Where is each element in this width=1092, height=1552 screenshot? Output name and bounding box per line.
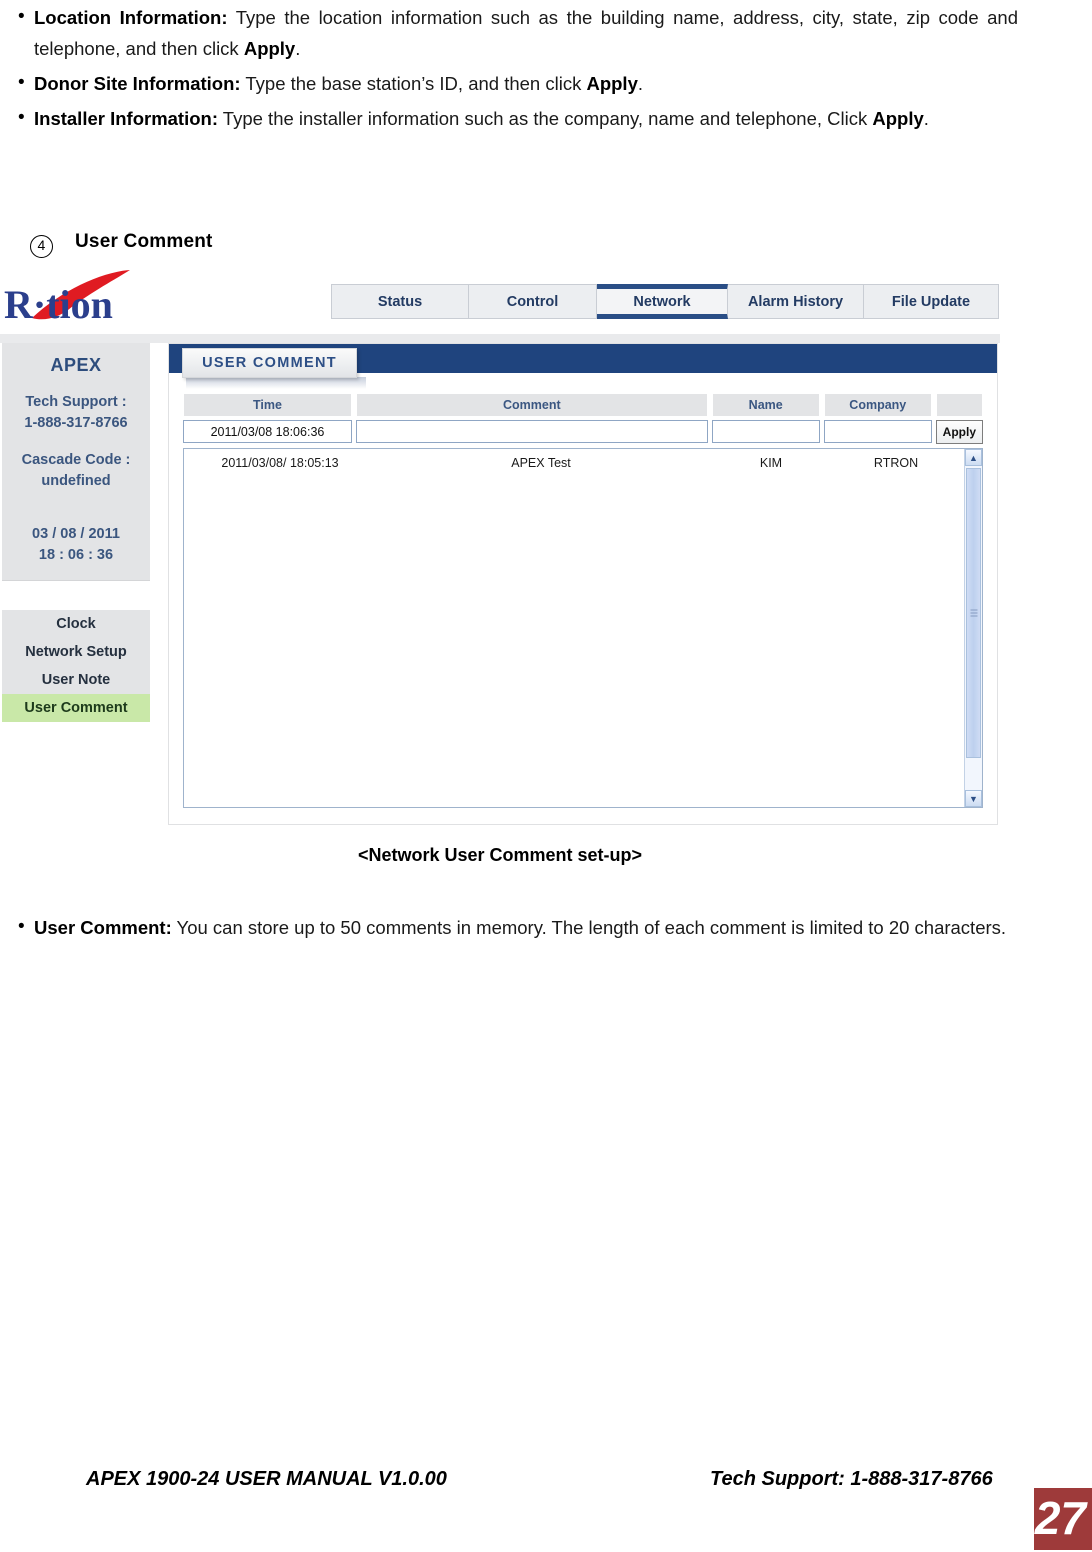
column-header-name: Name bbox=[711, 393, 820, 417]
sidebar-cascade-code-label: Cascade Code : bbox=[21, 452, 131, 468]
sidebar-time: 18 : 06 : 36 bbox=[38, 547, 114, 563]
apply-keyword: Apply bbox=[586, 73, 638, 94]
apply-button-cell: Apply bbox=[935, 419, 983, 444]
comment-input[interactable] bbox=[355, 420, 708, 443]
time-input[interactable] bbox=[183, 420, 352, 443]
bullet-text: Installer Information: Type the installe… bbox=[34, 103, 1018, 134]
bullet-marker: • bbox=[18, 107, 25, 128]
page-number: 27 bbox=[1034, 1492, 1086, 1544]
bullet-marker: • bbox=[18, 916, 25, 937]
bullet-body: You can store up to 50 comments in memor… bbox=[171, 917, 1007, 938]
tab-status[interactable]: Status bbox=[332, 285, 469, 318]
tab-alarm-history[interactable]: Alarm History bbox=[728, 285, 864, 318]
figure-caption: <Network User Comment set-up> bbox=[357, 845, 643, 865]
column-header-company: Company bbox=[823, 393, 932, 417]
bullet-text: User Comment: You can store up to 50 com… bbox=[34, 912, 1018, 943]
footer-manual-title: APEX 1900-24 USER MANUAL V1.0.00 bbox=[86, 1468, 447, 1490]
apply-button[interactable]: Apply bbox=[935, 419, 983, 444]
content-panel: USER COMMENT Time Comment Name Company 2… bbox=[168, 343, 998, 825]
bullet-tail: . bbox=[923, 108, 929, 129]
row-company: RTRON bbox=[873, 456, 919, 470]
sidebar-tech-support-value: 1-888-317-8766 bbox=[24, 415, 128, 431]
comment-entry-form-row: Apply bbox=[183, 419, 983, 444]
column-header-actions bbox=[935, 393, 983, 417]
comment-table: Time Comment Name Company 2011/03/08 18:… bbox=[183, 393, 983, 444]
column-header-time: Time bbox=[183, 393, 352, 417]
tab-network[interactable]: Network bbox=[597, 284, 728, 319]
apply-keyword: Apply bbox=[872, 108, 924, 129]
vertical-scrollbar[interactable]: ▲ ▼ bbox=[964, 449, 982, 807]
sidebar: APEX Tech Support : 1-888-317-8766 Casca… bbox=[2, 343, 150, 722]
bullet-label: Installer Information: bbox=[34, 108, 218, 129]
row-name: KIM bbox=[759, 456, 783, 470]
manual-body-text: • Location Information: Type the locatio… bbox=[18, 2, 1018, 138]
sidebar-date: 03 / 08 / 2011 bbox=[32, 526, 120, 542]
bullet-tail: . bbox=[637, 73, 643, 94]
footer-tech-support: Tech Support: 1-888-317-8766 bbox=[710, 1468, 993, 1490]
sidebar-cascade-code-value: undefined bbox=[41, 473, 111, 489]
sidebar-tech-support-label: Tech Support : bbox=[25, 394, 127, 410]
bullet-body: Type the installer information such as t… bbox=[218, 108, 873, 129]
section-heading: 4 User Comment bbox=[30, 231, 213, 258]
apply-keyword: Apply bbox=[243, 38, 296, 59]
page-number-underline bbox=[1034, 1544, 1092, 1550]
sidebar-menu: Clock Network Setup User Note User Comme… bbox=[2, 610, 150, 722]
scrollbar-track[interactable] bbox=[965, 466, 982, 790]
sidebar-item-network-setup[interactable]: Network Setup bbox=[2, 638, 150, 666]
bullet-tail: . bbox=[295, 38, 301, 59]
page-footer: APEX 1900-24 USER MANUAL V1.0.00 Tech Su… bbox=[0, 1468, 1092, 1508]
section-number-badge: 4 bbox=[30, 235, 53, 258]
bullet-item-location-information: • Location Information: Type the locatio… bbox=[18, 2, 1018, 64]
comment-field-cell bbox=[355, 420, 708, 443]
table-header-row: Time Comment Name Company bbox=[183, 393, 983, 417]
sidebar-item-clock[interactable]: Clock bbox=[2, 610, 150, 638]
page-band-divider bbox=[0, 334, 1000, 343]
manual-lower-text: • User Comment: You can store up to 50 c… bbox=[18, 912, 1018, 947]
bullet-label: User Comment: bbox=[34, 917, 172, 938]
bullet-item-installer-information: • Installer Information: Type the instal… bbox=[18, 103, 1018, 134]
bullet-label: Location Information: bbox=[34, 7, 228, 28]
bullet-item-user-comment: • User Comment: You can store up to 50 c… bbox=[18, 912, 1018, 943]
bullet-marker: • bbox=[18, 72, 25, 93]
scrollbar-grip-icon bbox=[970, 609, 977, 617]
svg-text:R·tion: R·tion bbox=[4, 282, 113, 326]
bullet-marker: • bbox=[18, 6, 25, 27]
bullet-text: Location Information: Type the location … bbox=[34, 2, 1018, 64]
column-header-comment: Comment bbox=[355, 393, 708, 417]
table-row[interactable]: 2011/03/08/ 18:05:13 APEX Test KIM RTRON bbox=[184, 453, 982, 473]
sidebar-item-user-note[interactable]: User Note bbox=[2, 666, 150, 694]
scroll-up-arrow-icon[interactable]: ▲ bbox=[965, 449, 982, 466]
panel-tab-user-comment[interactable]: USER COMMENT bbox=[182, 348, 357, 378]
section-title: User Comment bbox=[75, 231, 213, 252]
panel-tab-shadow bbox=[186, 377, 366, 389]
top-tab-bar[interactable]: Status Control Network Alarm History Fil… bbox=[331, 284, 999, 319]
name-field-cell bbox=[711, 420, 820, 443]
sidebar-item-user-comment[interactable]: User Comment bbox=[2, 694, 150, 722]
bullet-label: Donor Site Information: bbox=[34, 73, 241, 94]
name-input[interactable] bbox=[711, 420, 820, 443]
time-field-cell bbox=[183, 420, 352, 443]
row-time: 2011/03/08/ 18:05:13 bbox=[221, 456, 339, 470]
row-comment: APEX Test bbox=[511, 456, 571, 470]
sidebar-device-name: APEX bbox=[50, 355, 102, 375]
bullet-item-donor-site-information: • Donor Site Information: Type the base … bbox=[18, 68, 1018, 99]
bullet-body: Type the base station’s ID, and then cli… bbox=[240, 73, 587, 94]
company-input[interactable] bbox=[823, 420, 932, 443]
comment-list-box[interactable]: 2011/03/08/ 18:05:13 APEX Test KIM RTRON… bbox=[183, 448, 983, 808]
tab-file-update[interactable]: File Update bbox=[864, 285, 998, 318]
scrollbar-thumb[interactable] bbox=[966, 468, 981, 758]
scroll-down-arrow-icon[interactable]: ▼ bbox=[965, 790, 982, 807]
bullet-text: Donor Site Information: Type the base st… bbox=[34, 68, 1018, 99]
company-field-cell bbox=[823, 420, 932, 443]
rtion-logo: R·tion bbox=[2, 268, 152, 326]
sidebar-info-box: APEX Tech Support : 1-888-317-8766 Casca… bbox=[2, 343, 150, 581]
embedded-screenshot: R·tion Status Control Network Alarm Hist… bbox=[0, 262, 1000, 842]
tab-control[interactable]: Control bbox=[469, 285, 597, 318]
